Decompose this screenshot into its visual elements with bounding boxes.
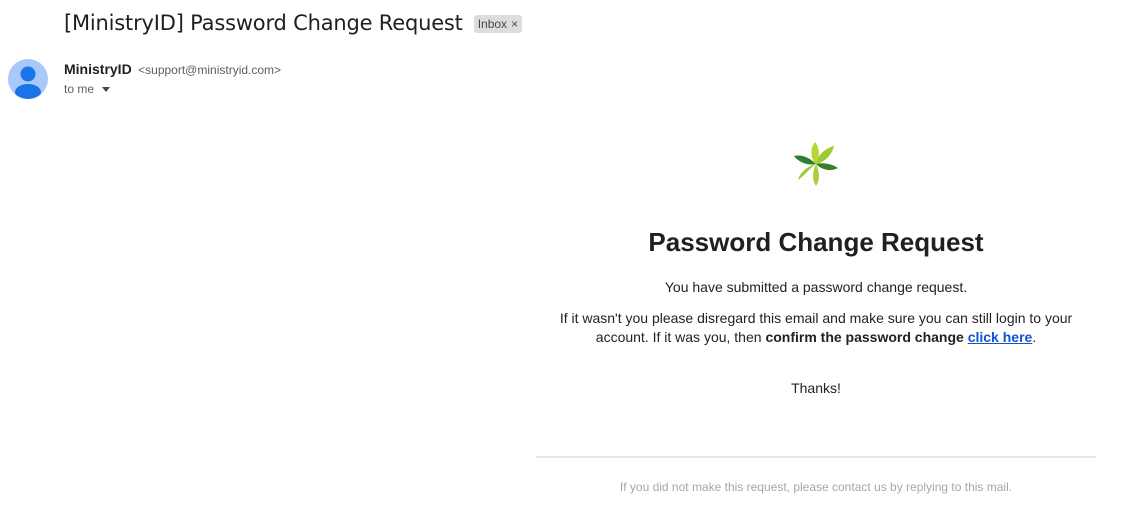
chevron-down-icon[interactable] <box>102 87 111 92</box>
sender-avatar[interactable] <box>8 59 48 99</box>
thanks-text: Thanks! <box>791 380 841 396</box>
footer-note: If you did not make this request, please… <box>619 480 1013 494</box>
sender-name[interactable]: MinistryID <box>64 61 132 77</box>
remove-label-icon[interactable]: × <box>511 17 518 31</box>
request-submitted-text: You have submitted a password change req… <box>664 279 968 295</box>
email-subject: [MinistryID] Password Change Request <box>64 11 463 35</box>
recipient-details-toggle[interactable]: to me <box>64 82 111 96</box>
instruction-paragraph: If it wasn't you please disregard this e… <box>536 309 1096 347</box>
recipient-label: to me <box>64 82 95 96</box>
subject-row: [MinistryID] Password Change Request Inb… <box>64 11 523 35</box>
person-icon <box>15 66 41 99</box>
inbox-label-text: Inbox <box>477 17 508 31</box>
footer-divider <box>536 456 1096 458</box>
email-heading: Password Change Request <box>648 227 984 257</box>
sender-info: MinistryID <support@ministryid.com> <box>64 61 281 79</box>
sender-email: <support@ministryid.com> <box>138 63 282 77</box>
confirm-password-change-link[interactable]: click here <box>968 329 1033 345</box>
period-text: . <box>1032 329 1037 345</box>
inbox-label-chip[interactable]: Inbox × <box>473 15 523 33</box>
email-body: Password Change Request You have submitt… <box>536 136 1096 494</box>
pinwheel-leaf-logo-icon <box>794 142 838 186</box>
confirm-emphasis: confirm the password change <box>765 329 964 345</box>
